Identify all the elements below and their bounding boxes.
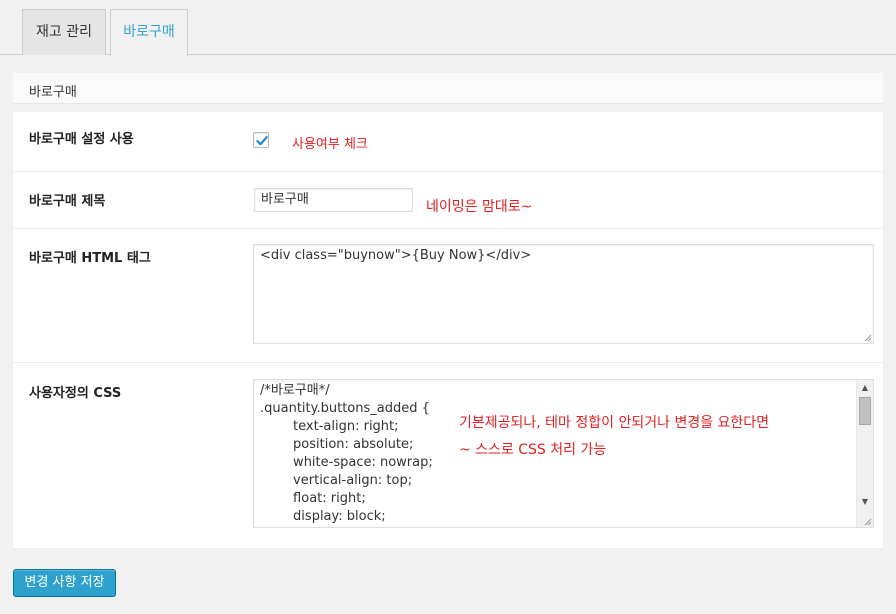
section-title: 바로구매 bbox=[29, 85, 77, 100]
css-line: float: right; bbox=[260, 491, 366, 506]
tab-inventory[interactable]: 재고 관리 bbox=[22, 9, 106, 55]
enable-note: 사용여부 체크 bbox=[292, 137, 368, 152]
html-tag-textarea[interactable]: <div class="buynow">{Buy Now}</div> bbox=[253, 244, 874, 344]
save-button[interactable]: 변경 사항 저장 bbox=[13, 569, 116, 597]
scroll-down-icon[interactable]: ▼ bbox=[857, 494, 873, 510]
tab-bar: 재고 관리 바로구매 bbox=[0, 0, 896, 56]
title-note: 네이밍은 맘대로~ bbox=[426, 199, 533, 215]
row-html-tag: 바로구매 HTML 태그 <div class="buynow">{Buy No… bbox=[13, 229, 883, 363]
scroll-up-icon[interactable]: ▲ bbox=[857, 380, 873, 396]
html-tag-label: 바로구매 HTML 태그 bbox=[29, 251, 151, 266]
resize-handle-icon[interactable] bbox=[862, 516, 872, 526]
row-custom-css: 사용자정의 CSS /*바로구매*/ .quantity.buttons_add… bbox=[13, 363, 883, 548]
tab-buynow[interactable]: 바로구매 bbox=[110, 9, 188, 56]
title-input[interactable]: 바로구매 bbox=[254, 188, 413, 212]
enable-checkbox[interactable] bbox=[253, 132, 269, 148]
settings-panel: 바로구매 설정 사용 사용여부 체크 바로구매 제목 바로구매 네이밍은 맘대로… bbox=[13, 112, 883, 548]
row-enable: 바로구매 설정 사용 사용여부 체크 bbox=[13, 112, 883, 172]
enable-label: 바로구매 설정 사용 bbox=[29, 132, 134, 147]
css-line: display: block; bbox=[260, 509, 386, 524]
html-tag-value: <div class="buynow">{Buy Now}</div> bbox=[260, 248, 532, 263]
css-note-line2: ~ 스스로 CSS 처리 가능 bbox=[459, 442, 607, 458]
row-title: 바로구매 제목 바로구매 네이밍은 맘대로~ bbox=[13, 172, 883, 229]
checkmark-icon bbox=[256, 136, 268, 146]
scroll-thumb[interactable] bbox=[859, 397, 871, 425]
css-line: /*바로구매*/ bbox=[260, 383, 330, 398]
resize-handle-icon[interactable] bbox=[862, 332, 872, 342]
title-label: 바로구매 제목 bbox=[29, 194, 106, 209]
css-note-line1: 기본제공되나, 테마 정합이 안되거나 변경을 요한다면 bbox=[459, 415, 770, 431]
css-line: vertical-align: top; bbox=[260, 473, 413, 488]
section-header: 바로구매 bbox=[13, 73, 883, 104]
css-scrollbar[interactable]: ▲ ▼ bbox=[856, 380, 873, 527]
custom-css-label: 사용자정의 CSS bbox=[29, 386, 122, 401]
